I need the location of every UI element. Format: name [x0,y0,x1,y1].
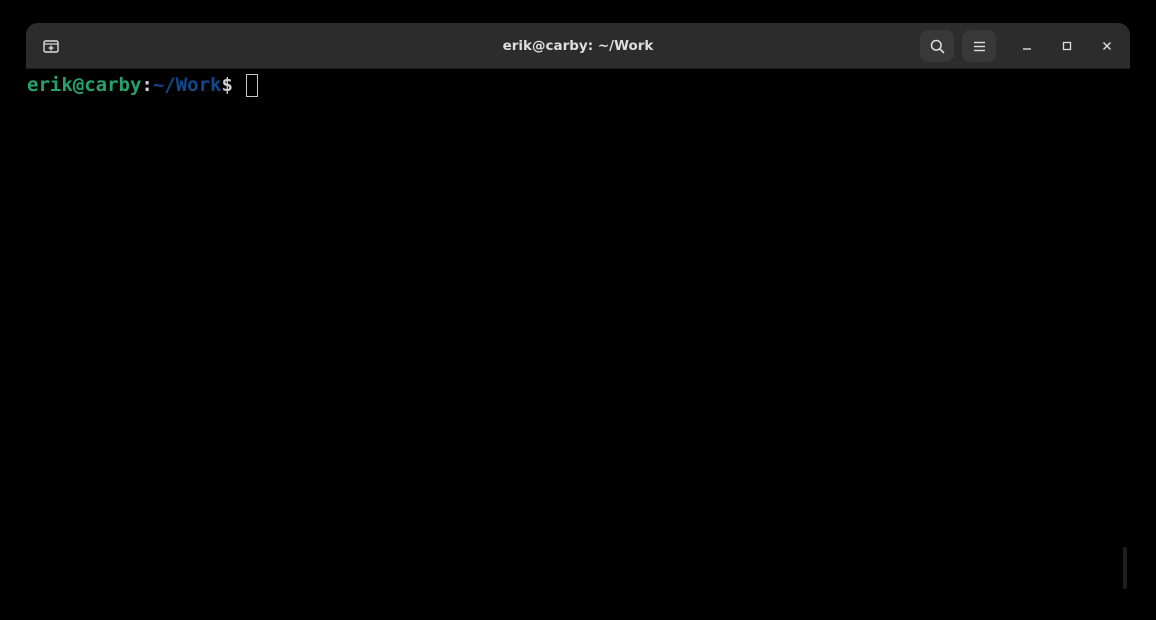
prompt-line: erik@carby: ~/Work $ [27,73,259,97]
minimize-button[interactable] [1016,35,1038,57]
minimize-icon [1022,41,1032,51]
new-tab-button[interactable] [34,30,68,62]
hamburger-menu-icon [973,41,986,52]
search-button[interactable] [920,30,954,62]
search-icon [930,39,945,54]
close-icon [1102,41,1112,51]
text-cursor [246,73,259,97]
scrollbar[interactable] [1123,547,1127,589]
prompt-user-host: erik@carby [27,74,142,96]
window-titlebar[interactable]: erik@carby: ~/Work [26,23,1130,69]
new-tab-icon [43,39,59,53]
prompt-colon: : [141,74,153,96]
close-button[interactable] [1096,35,1118,57]
prompt-cwd: ~/Work [152,74,222,96]
terminal-area[interactable]: erik@carby: ~/Work $ [26,69,1130,620]
maximize-icon [1062,41,1072,51]
menu-button[interactable] [962,30,996,62]
prompt-symbol: $ [221,74,233,96]
maximize-button[interactable] [1056,35,1078,57]
